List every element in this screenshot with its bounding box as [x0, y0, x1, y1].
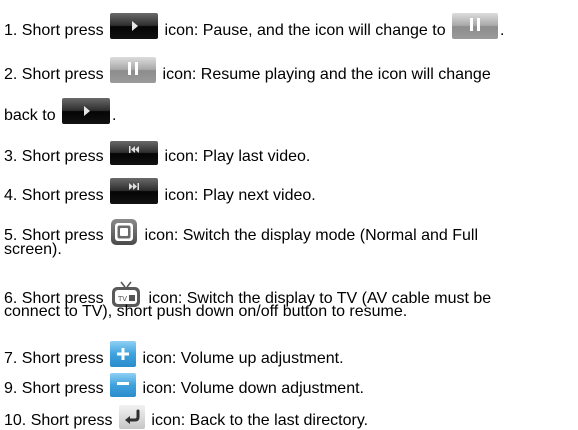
item-1-lead: 1. Short press	[4, 22, 104, 39]
pause-icon	[452, 13, 499, 39]
instruction-item-10: 10. Short press icon: Back to the last d…	[4, 405, 368, 430]
item-1-text: icon: Pause, and the icon will change to	[164, 22, 446, 39]
back-icon	[118, 405, 145, 429]
item-9-text: icon: Volume down adjustment.	[142, 380, 364, 397]
item-10-text: icon: Back to the last directory.	[151, 412, 369, 429]
play-icon	[62, 98, 111, 124]
instruction-item-5-continued: screen).	[4, 240, 62, 259]
previous-icon	[110, 141, 159, 165]
item-3-text: icon: Play last video.	[164, 148, 311, 165]
play-icon	[110, 13, 159, 39]
item-9-lead: 9. Short press	[4, 380, 104, 397]
item-2-lead: 2. Short press	[4, 66, 104, 83]
instruction-item-1: 1. Short press icon: Pause, and the icon…	[4, 13, 505, 40]
instruction-item-6-continued: connect to TV), short push down on/off b…	[4, 302, 407, 321]
instruction-item-4: 4. Short press icon: Play next video.	[4, 178, 316, 205]
item-6-cont: connect to TV), short push down on/off b…	[4, 303, 408, 320]
instruction-item-5: 5. Short press icon: Switch the display …	[4, 218, 478, 246]
instruction-item-2-continued: back to .	[4, 98, 117, 125]
next-icon	[110, 178, 159, 204]
item-10-lead: 10. Short press	[4, 412, 113, 429]
item-5-text: icon: Switch the display mode (Normal an…	[144, 227, 478, 244]
item-4-lead: 4. Short press	[4, 187, 104, 204]
volume-up-icon	[110, 341, 137, 367]
item-1-tail: .	[500, 22, 505, 39]
item-5-cont: screen).	[4, 241, 62, 258]
volume-down-icon	[110, 373, 137, 397]
instruction-item-9: 9. Short press icon: Volume down adjustm…	[4, 373, 364, 398]
item-7-lead: 7. Short press	[4, 350, 104, 367]
item-7-text: icon: Volume up adjustment.	[142, 350, 344, 367]
item-2-cont-tail: .	[112, 107, 117, 124]
display-mode-icon	[110, 218, 139, 246]
instruction-item-2: 2. Short press icon: Resume playing and …	[4, 57, 491, 84]
item-3-lead: 3. Short press	[4, 148, 104, 165]
item-4-text: icon: Play next video.	[164, 187, 316, 204]
item-2-cont-lead: back to	[4, 107, 56, 124]
instruction-item-7: 7. Short press icon: Volume up adjustmen…	[4, 341, 344, 368]
instruction-item-3: 3. Short press icon: Play last video.	[4, 141, 310, 166]
item-2-text: icon: Resume playing and the icon will c…	[162, 66, 491, 83]
pause-icon	[110, 57, 157, 83]
